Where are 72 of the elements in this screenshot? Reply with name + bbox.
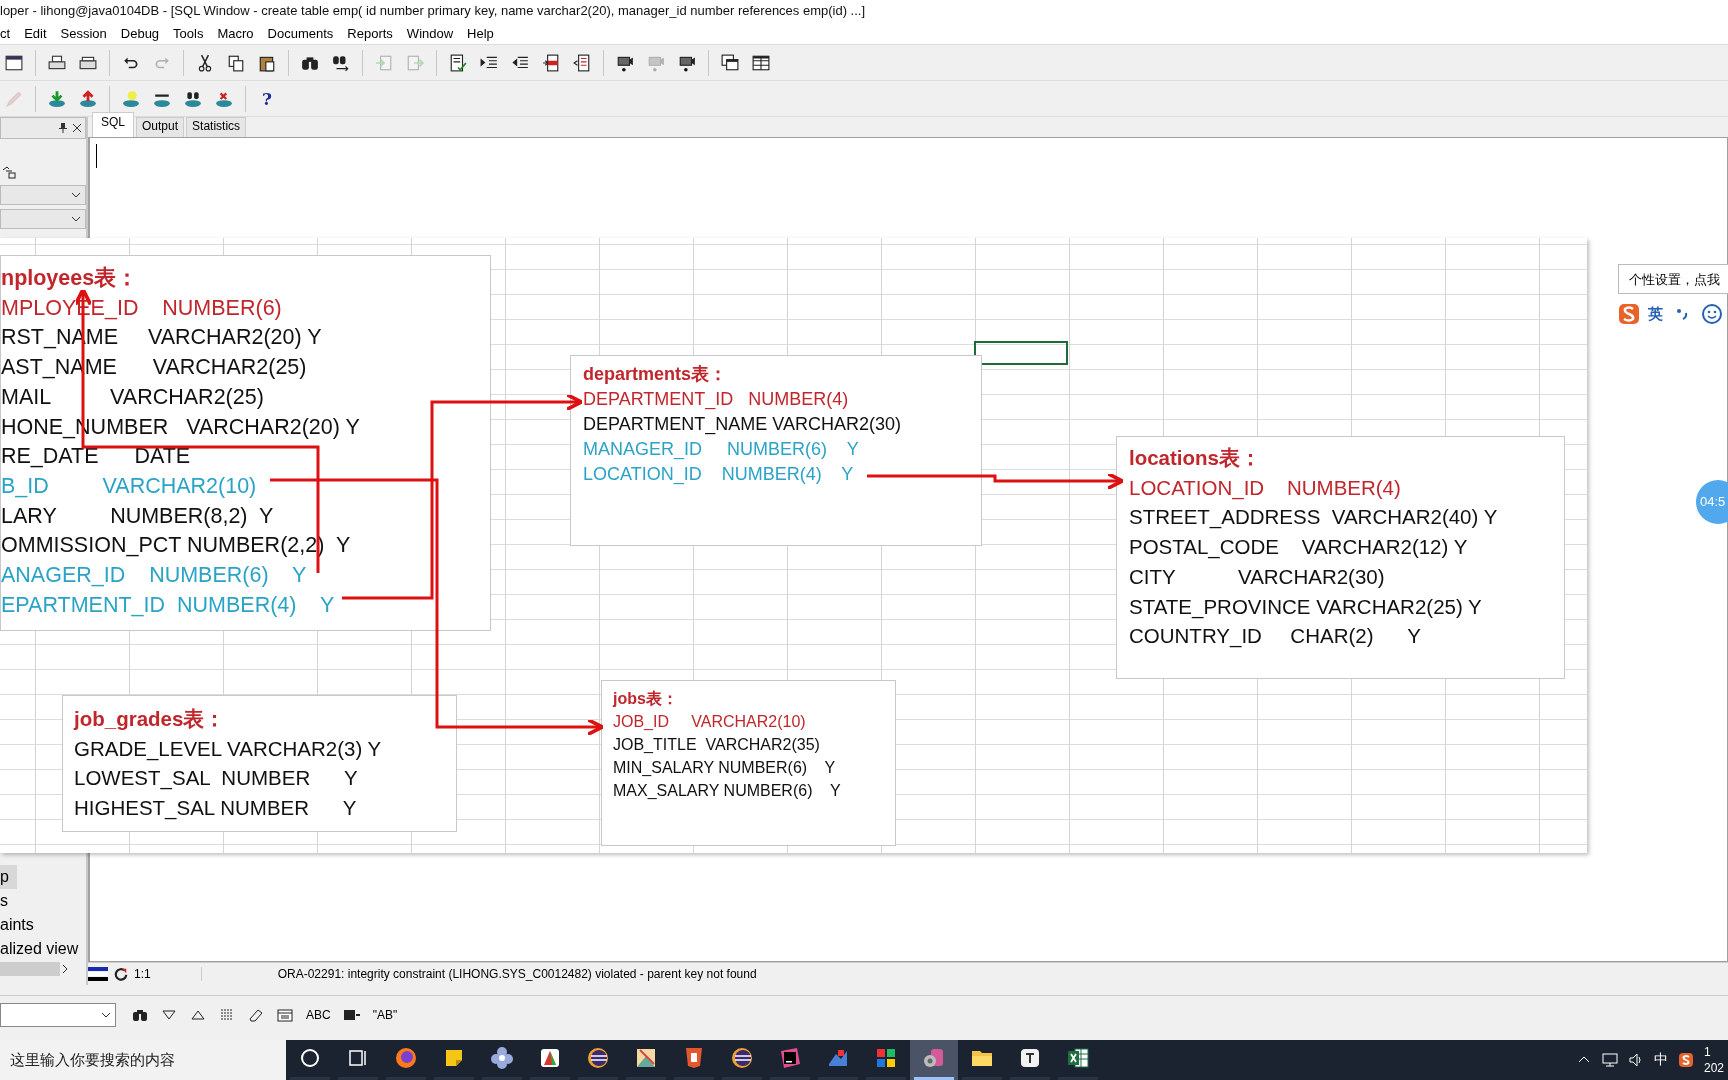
- menu-item[interactable]: Session: [54, 25, 115, 41]
- column-definition: JOB_ID VARCHAR2(10): [613, 712, 807, 732]
- input-method-indicator[interactable]: 中: [1653, 1051, 1668, 1069]
- column-definition: DEPARTMENT_ID NUMBER(4): [583, 388, 850, 412]
- close-icon[interactable]: [73, 123, 81, 133]
- chevron-down-icon[interactable]: [101, 1011, 111, 1019]
- column-definition: MANAGER_ID NUMBER(6) Y: [583, 438, 860, 462]
- column-definition: MAIL VARCHAR2(25): [1, 383, 265, 411]
- window-title: loper - lihong@java0104DB - [SQL Window - create table emp( id number primary key, name varchar2(20), manager_id number references emp(id) ...]: [0, 0, 1728, 22]
- column-definition: LOCATION_ID NUMBER(4): [1129, 474, 1402, 502]
- column-definition: LOCATION_ID NUMBER(4) Y: [583, 463, 855, 487]
- tree-item[interactable]: s: [0, 889, 16, 913]
- column-definition: CITY VARCHAR2(30): [1129, 563, 1386, 590]
- column-definition: LOWEST_SAL NUMBER Y: [74, 765, 359, 792]
- flag-icon: [88, 966, 108, 982]
- table-title: job_grades表：: [74, 706, 227, 732]
- menu-item[interactable]: Tools: [167, 25, 212, 41]
- column-definition: EPARTMENT_ID NUMBER(4) Y: [1, 591, 336, 619]
- tree-item[interactable]: p: [0, 865, 17, 889]
- cursor-position: 1:1: [134, 967, 202, 981]
- menu-item[interactable]: Window: [400, 25, 462, 41]
- column-definition: GRADE_LEVEL VARCHAR2(3) Y: [74, 735, 383, 763]
- column-definition: STREET_ADDRESS VARCHAR2(40) Y: [1129, 504, 1499, 531]
- column-definition: POSTAL_CODE VARCHAR2(12) Y: [1129, 534, 1469, 561]
- column-definition: B_ID VARCHAR2(10): [1, 472, 258, 500]
- tab[interactable]: Output: [136, 117, 185, 137]
- tab[interactable]: SQL: [92, 112, 134, 137]
- column-definition: MIN_SALARY NUMBER(6) Y: [613, 758, 837, 778]
- tooltip: 个性设置，点我: [1618, 264, 1728, 294]
- column-definition: DEPARTMENT_NAME VARCHAR2(30): [583, 413, 903, 437]
- pin-icon[interactable]: [59, 123, 67, 133]
- find-field[interactable]: [0, 1003, 116, 1027]
- help-button[interactable]: ?: [253, 84, 281, 113]
- text-button[interactable]: "AB": [369, 1006, 401, 1024]
- column-definition: MAX_SALARY NUMBER(6) Y: [613, 781, 842, 801]
- tab[interactable]: Statistics: [186, 117, 247, 137]
- chevron-right-icon[interactable]: [60, 965, 70, 973]
- column-definition: JOB_TITLE VARCHAR2(35): [613, 735, 821, 755]
- column-definition: STATE_PROVINCE VARCHAR2(25) Y: [1129, 593, 1483, 621]
- clock[interactable]: 1 202: [1703, 1044, 1724, 1076]
- column-definition: LARY NUMBER(8,2) Y: [1, 502, 275, 530]
- chevron-down-icon[interactable]: [71, 191, 81, 199]
- table-title: jobs表：: [613, 689, 679, 709]
- taskbar-search-field[interactable]: 这里输入你要搜索的内容: [0, 1040, 286, 1080]
- s-logo-icon[interactable]: [1677, 1052, 1694, 1068]
- menu-item[interactable]: Reports: [341, 25, 401, 41]
- column-definition: RE_DATE DATE: [1, 443, 192, 471]
- key-icon[interactable]: [2, 166, 16, 180]
- menu-item[interactable]: Debug: [114, 25, 168, 41]
- table-title: locations表：: [1129, 445, 1262, 471]
- menu-item[interactable]: Edit: [18, 25, 55, 41]
- menu-item[interactable]: Documents: [261, 25, 342, 41]
- refresh-icon[interactable]: [114, 966, 128, 982]
- volume-icon[interactable]: [1627, 1052, 1644, 1068]
- column-definition: COUNTRY_ID CHAR(2) Y: [1129, 623, 1422, 650]
- table-title: departments表：: [583, 363, 729, 386]
- menu-item[interactable]: Macro: [211, 25, 262, 41]
- column-definition: HIGHEST_SAL NUMBER Y: [74, 795, 358, 822]
- scrollbar-thumb[interactable]: [0, 962, 60, 976]
- tree-item[interactable]: aints: [0, 913, 42, 937]
- table-title: nployees表：: [1, 265, 140, 292]
- tree-item[interactable]: alized view: [0, 937, 87, 961]
- menu-item[interactable]: ct: [0, 25, 19, 41]
- text-button[interactable]: ABC: [303, 1006, 334, 1024]
- column-definition: ANAGER_ID NUMBER(6) Y: [1, 562, 308, 590]
- status-message: ORA-02291: integrity constraint (LIHONG.SYS_C0012482) violated - parent key not found: [276, 967, 757, 981]
- input-mode-toggle[interactable]: 英: [1648, 304, 1663, 324]
- chevron-down-icon[interactable]: [71, 215, 81, 223]
- text-cursor: [96, 144, 97, 168]
- network-icon[interactable]: [1601, 1052, 1618, 1068]
- smiley-icon[interactable]: [1701, 303, 1723, 325]
- menu-item[interactable]: Help: [461, 25, 502, 41]
